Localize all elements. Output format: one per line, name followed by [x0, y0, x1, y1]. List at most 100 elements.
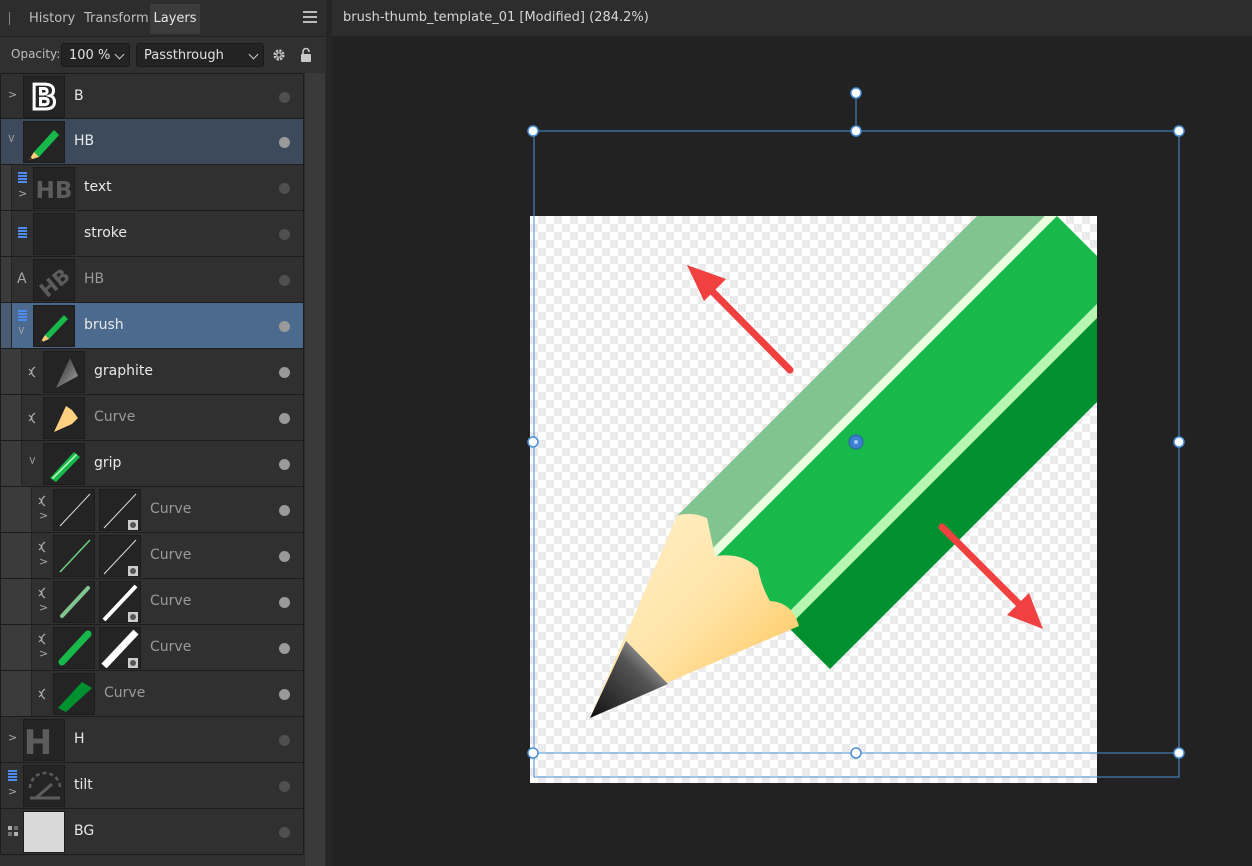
layer-thumbnail-curve-1 — [53, 489, 95, 531]
tab-history[interactable]: History — [29, 4, 75, 34]
layer-name: Curve — [104, 685, 146, 701]
pivot-point-icon[interactable] — [848, 434, 864, 450]
visibility-toggle[interactable] — [279, 827, 290, 838]
visibility-toggle[interactable] — [279, 137, 290, 148]
blend-mode-select[interactable]: Passthrough — [136, 43, 264, 67]
pencil-icon — [29, 130, 59, 160]
layer-thumbnail-curve-2 — [53, 535, 95, 577]
layer-row-brush[interactable]: > brush — [0, 303, 304, 349]
gear-icon[interactable] — [272, 48, 286, 62]
layer-row-hb-group[interactable]: > HB — [0, 119, 304, 165]
expand-arrow-icon[interactable]: > — [39, 509, 48, 522]
svg-text:HB: HB — [36, 178, 73, 204]
pencil-icon — [40, 315, 68, 343]
canvas-area[interactable] — [332, 37, 1252, 866]
collapse-arrow-icon[interactable]: > — [15, 326, 28, 335]
visibility-toggle[interactable] — [279, 275, 290, 286]
layer-row-curve-wood[interactable]: Curve — [0, 395, 304, 441]
layer-row-grip[interactable]: > grip — [0, 441, 304, 487]
resize-handle-bottom[interactable] — [850, 747, 862, 759]
layer-row-bg[interactable]: BG — [0, 809, 304, 855]
hb-rotated-text-icon: HB — [35, 263, 74, 300]
panel-menu-icon[interactable] — [303, 11, 317, 23]
visibility-toggle[interactable] — [279, 183, 290, 194]
layer-row-tilt[interactable]: > tilt — [0, 763, 304, 809]
visibility-toggle[interactable] — [279, 459, 290, 470]
layer-thumbnail-grip — [43, 443, 85, 485]
resize-handle-top-left[interactable] — [527, 125, 539, 137]
layer-thumbnail-text: HB — [33, 167, 75, 209]
visibility-toggle[interactable] — [279, 781, 290, 792]
visibility-toggle[interactable] — [279, 92, 290, 103]
expand-arrow-icon[interactable]: > — [8, 731, 17, 744]
visibility-toggle[interactable] — [279, 643, 290, 654]
document-title[interactable]: brush-thumb_template_01 [Modified] (284.… — [343, 10, 649, 25]
arrow-up-left-icon — [687, 265, 794, 374]
letter-b-icon: B — [30, 77, 59, 117]
visibility-toggle[interactable] — [279, 413, 290, 424]
layer-thumbnail-b: B — [23, 76, 65, 118]
tab-layers[interactable]: Layers — [150, 4, 200, 34]
layer-row-curve-5[interactable]: Curve — [0, 671, 304, 717]
layer-row-hb-text[interactable]: A HB HB — [0, 257, 304, 303]
layer-row-stroke[interactable]: stroke — [0, 211, 304, 257]
resize-handle-top[interactable] — [850, 125, 862, 137]
layer-name: text — [84, 179, 112, 195]
visibility-toggle[interactable] — [279, 735, 290, 746]
opacity-field[interactable]: 100 % — [61, 43, 130, 67]
collapse-arrow-icon[interactable]: > — [26, 456, 39, 465]
visibility-toggle[interactable] — [279, 689, 290, 700]
visibility-toggle[interactable] — [279, 321, 290, 332]
layer-row-text[interactable]: > HB text — [0, 165, 304, 211]
layer-row-curve-1[interactable]: > Curve — [0, 487, 304, 533]
indent-strip — [21, 671, 32, 716]
visibility-toggle[interactable] — [279, 597, 290, 608]
light-green-stroke-icon — [60, 586, 90, 618]
graphite-tip-icon — [56, 358, 78, 388]
layer-thumbnail-curve-5 — [53, 673, 95, 715]
layer-name: Curve — [150, 501, 192, 517]
layer-mask-thumbnail — [99, 581, 141, 623]
indent-strip — [1, 257, 12, 302]
layer-row-b[interactable]: > B B — [0, 73, 304, 119]
tab-separator — [9, 12, 10, 25]
resize-handle-top-right[interactable] — [1173, 125, 1185, 137]
expand-arrow-icon[interactable]: > — [8, 785, 17, 798]
document-tab-bar: brush-thumb_template_01 [Modified] (284.… — [332, 0, 1252, 37]
layer-thumbnail-curve-3 — [53, 581, 95, 623]
expand-arrow-icon[interactable]: > — [18, 187, 27, 200]
visibility-toggle[interactable] — [279, 367, 290, 378]
visibility-toggle[interactable] — [279, 551, 290, 562]
layer-name: Curve — [150, 547, 192, 563]
layer-mask-thumbnail — [99, 535, 141, 577]
visibility-toggle[interactable] — [279, 229, 290, 240]
layer-row-curve-2[interactable]: > Curve — [0, 533, 304, 579]
tab-transform[interactable]: Transform — [84, 4, 149, 34]
layer-thumbnail-curve-wood — [43, 397, 85, 439]
mask-line-icon — [103, 539, 138, 576]
expand-arrow-icon[interactable]: > — [39, 555, 48, 568]
rotation-handle[interactable] — [850, 87, 862, 99]
visibility-toggle[interactable] — [279, 505, 290, 516]
svg-text:H: H — [24, 723, 52, 760]
layer-row-graphite[interactable]: graphite — [0, 349, 304, 395]
collapse-arrow-icon[interactable]: > — [5, 134, 18, 143]
expand-arrow-icon[interactable]: > — [8, 88, 17, 101]
lock-icon[interactable] — [300, 47, 312, 63]
expand-arrow-icon[interactable]: > — [39, 647, 48, 660]
resize-handle-left[interactable] — [527, 436, 539, 448]
layer-name: tilt — [74, 777, 93, 793]
layer-name: H — [74, 731, 85, 747]
layer-row-h[interactable]: > H H — [0, 717, 304, 763]
resize-handle-right[interactable] — [1173, 436, 1185, 448]
indent-strip — [1, 211, 12, 256]
expand-arrow-icon[interactable]: > — [39, 601, 48, 614]
svg-text:B: B — [31, 78, 57, 117]
layer-row-curve-3[interactable]: > Curve — [0, 579, 304, 625]
resize-handle-bottom-right[interactable] — [1173, 747, 1185, 759]
adjustment-stack-icon — [8, 770, 17, 782]
resize-handle-bottom-left[interactable] — [527, 747, 539, 759]
layers-scrollbar-thumb[interactable] — [305, 73, 325, 866]
layer-thumbnail-bg — [23, 811, 65, 853]
layer-row-curve-4[interactable]: > Curve — [0, 625, 304, 671]
